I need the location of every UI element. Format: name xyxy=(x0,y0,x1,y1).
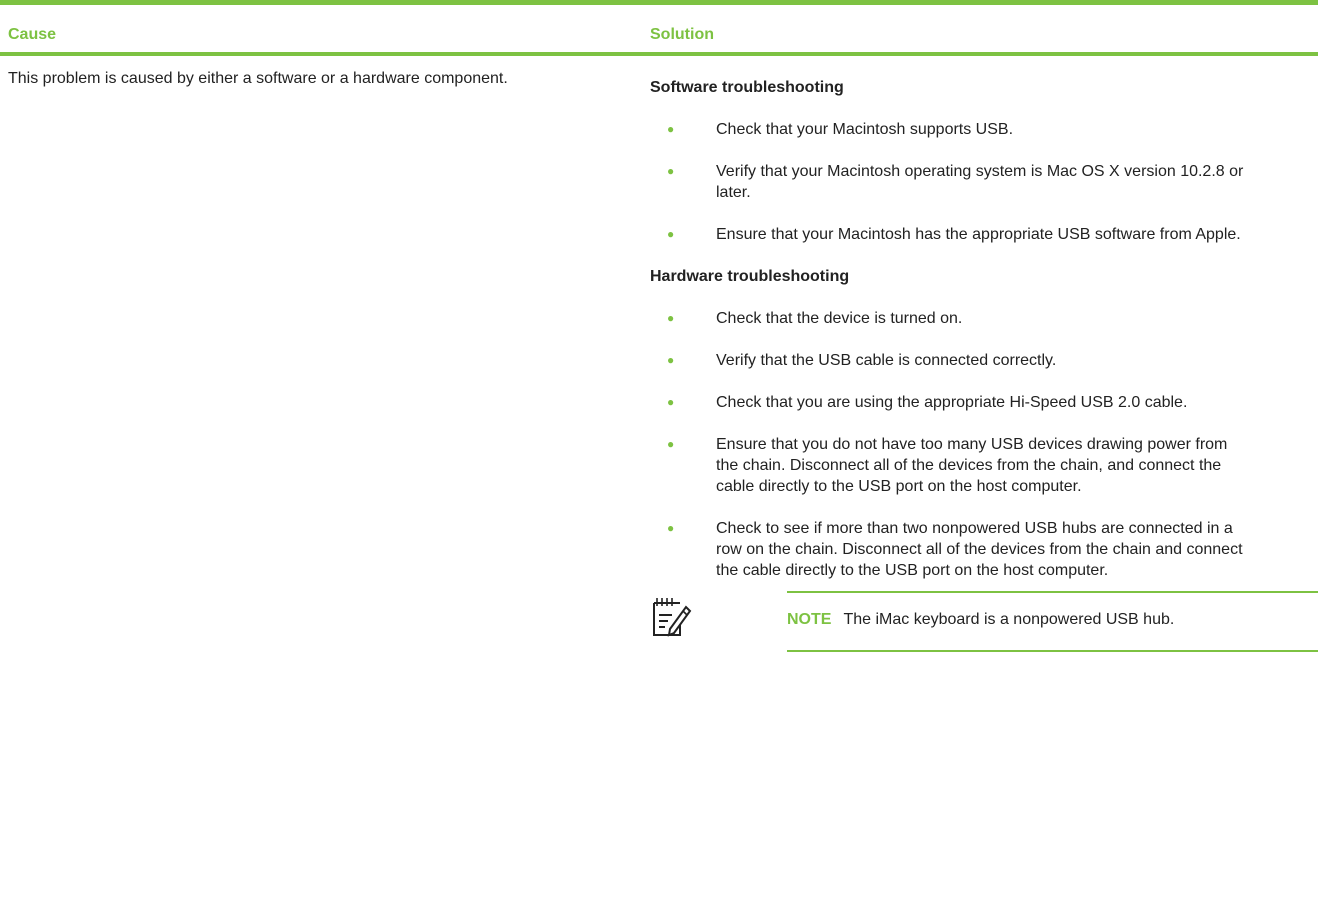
bullet-icon: ● xyxy=(667,395,675,409)
header-cause: Cause xyxy=(8,26,57,43)
list-item: ● Verify that the USB cable is connected… xyxy=(650,350,1246,371)
cause-text: This problem is caused by either a softw… xyxy=(8,70,508,87)
bullet-icon: ● xyxy=(667,122,675,136)
list-item: ● Check that the device is turned on. xyxy=(650,308,1246,329)
bullet-icon: ● xyxy=(667,521,675,535)
note-pad-icon xyxy=(650,597,692,639)
list-item-text: Check that you are using the appropriate… xyxy=(716,394,1188,411)
solution-column: Software troubleshooting ● Check that yo… xyxy=(650,77,1312,637)
hardware-heading: Hardware troubleshooting xyxy=(650,268,850,285)
software-list: ● Check that your Macintosh supports USB… xyxy=(650,119,1312,245)
bullet-icon: ● xyxy=(667,353,675,367)
table-row: This problem is caused by either a softw… xyxy=(0,56,1318,904)
bullet-icon: ● xyxy=(667,437,675,451)
list-item-text: Ensure that your Macintosh has the appro… xyxy=(716,226,1241,243)
software-heading: Software troubleshooting xyxy=(650,79,844,96)
list-item: ● Check that you are using the appropria… xyxy=(650,392,1246,413)
list-item: ● Ensure that your Macintosh has the app… xyxy=(650,224,1246,245)
bullet-icon: ● xyxy=(667,164,675,178)
list-item-text: Ensure that you do not have too many USB… xyxy=(716,436,1228,495)
header-solution: Solution xyxy=(650,26,714,43)
list-item: ● Ensure that you do not have too many U… xyxy=(650,434,1246,497)
list-item-text: Verify that the USB cable is connected c… xyxy=(716,352,1057,369)
list-item-text: Check that the device is turned on. xyxy=(716,310,963,327)
hardware-list: ● Check that the device is turned on. ● … xyxy=(650,308,1312,581)
list-item: ● Check to see if more than two nonpower… xyxy=(650,518,1246,581)
note-label: NOTE xyxy=(787,611,832,628)
list-item: ● Verify that your Macintosh operating s… xyxy=(650,161,1246,203)
list-item-text: Verify that your Macintosh operating sys… xyxy=(716,163,1244,201)
list-item-text: Check to see if more than two nonpowered… xyxy=(716,520,1243,579)
list-item-text: Check that your Macintosh supports USB. xyxy=(716,121,1014,138)
troubleshooting-table: Cause Solution This problem is caused by… xyxy=(0,0,1318,904)
bullet-icon: ● xyxy=(667,311,675,325)
list-item: ● Check that your Macintosh supports USB… xyxy=(650,119,1246,140)
bullet-icon: ● xyxy=(667,227,675,241)
note-box: NOTE The iMac keyboard is a nonpowered US… xyxy=(787,591,1318,652)
note-text: The iMac keyboard is a nonpowered USB hu… xyxy=(843,611,1175,628)
table-header-row: Cause Solution xyxy=(0,5,1318,52)
